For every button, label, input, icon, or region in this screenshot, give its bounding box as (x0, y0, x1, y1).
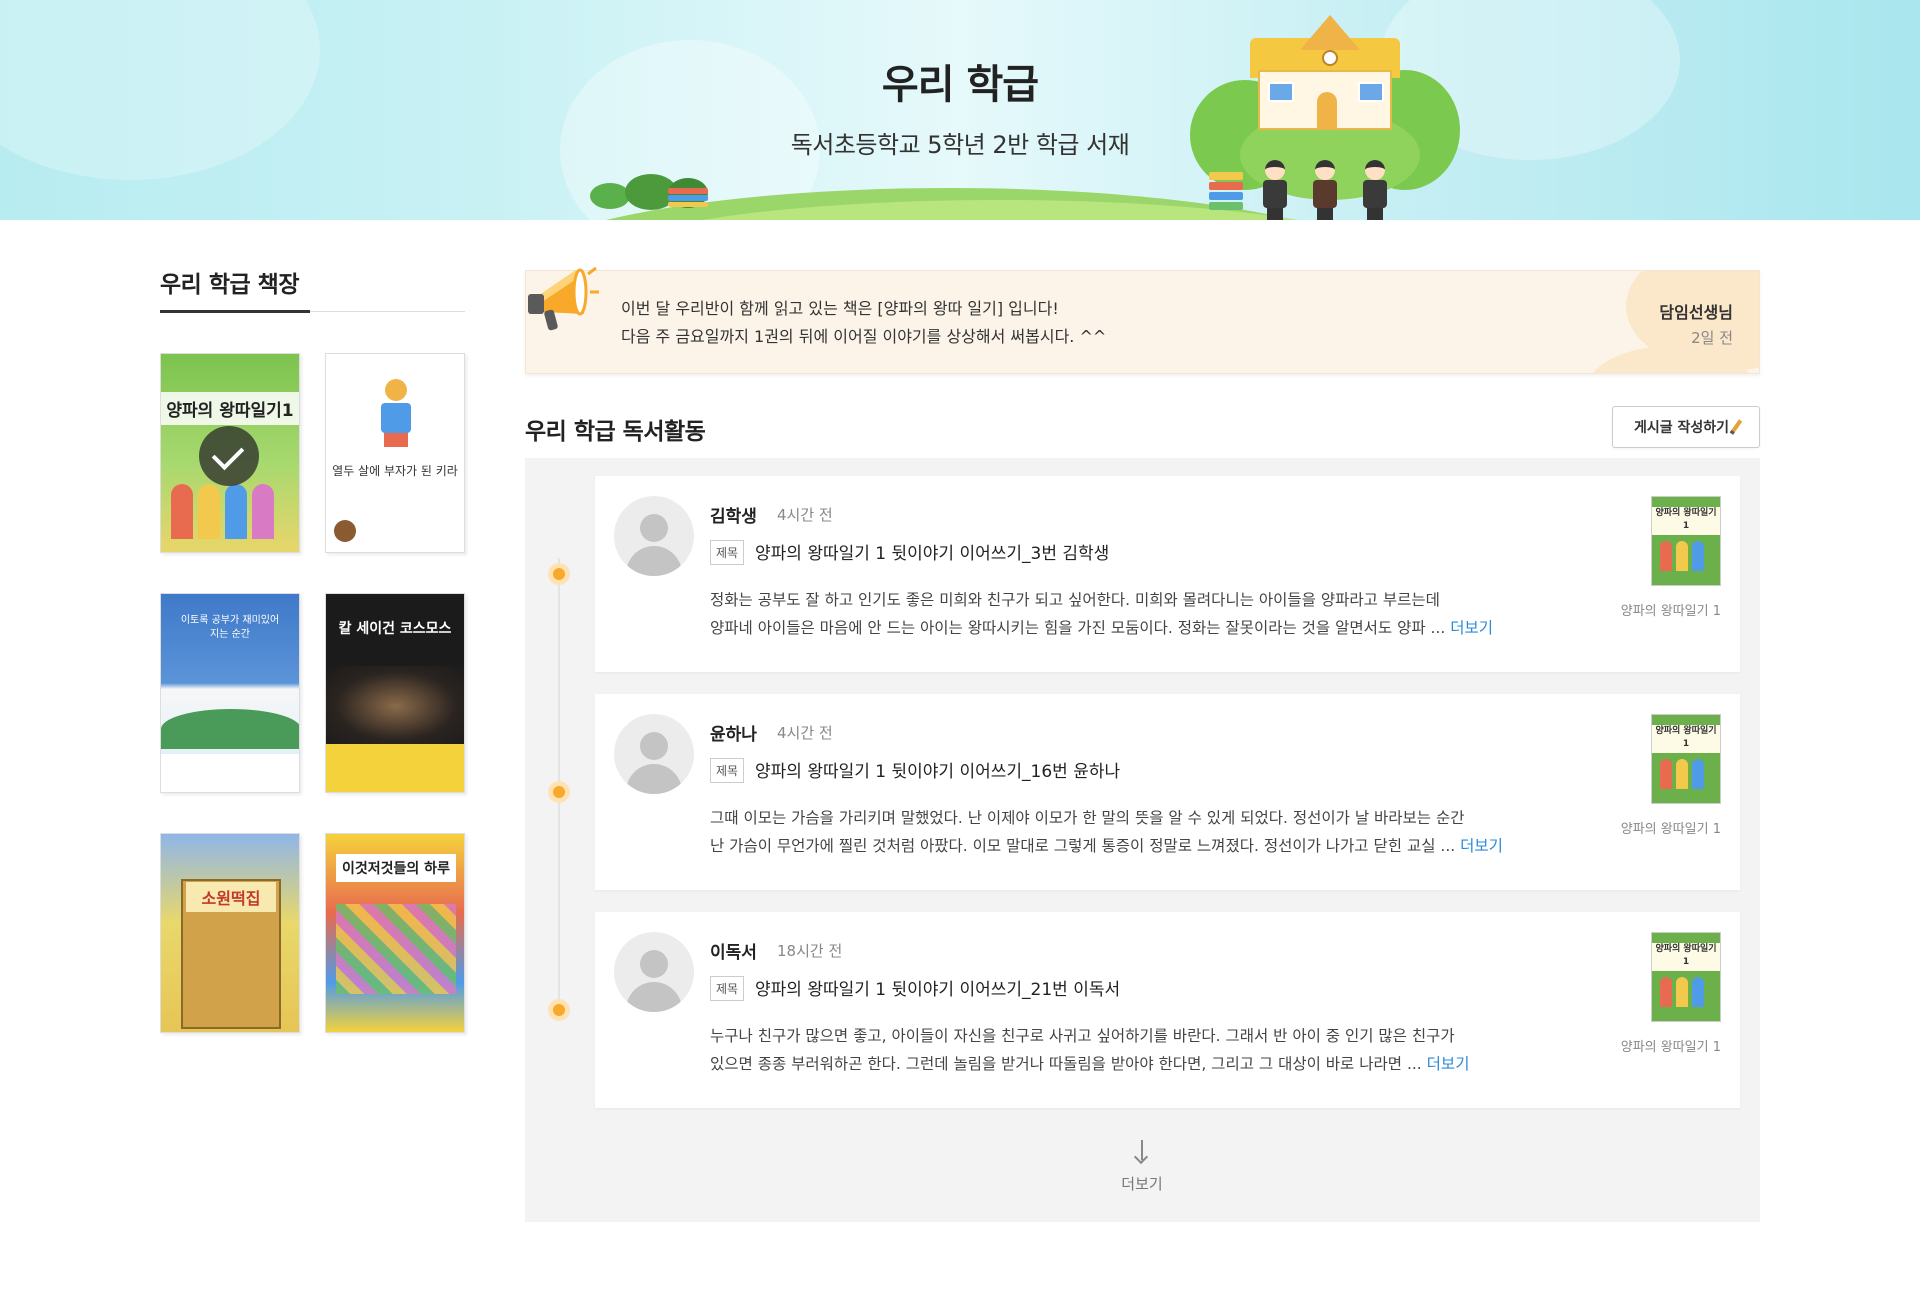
read-more-link[interactable]: 더보기 (1460, 837, 1503, 855)
notice-line: 이번 달 우리반이 함께 읽고 있는 책은 [양파의 왕따 일기] 입니다! (621, 299, 1059, 318)
notice-line: 다음 주 금요일까지 1권의 뒤에 이어질 이야기를 상상해서 써봅시다. ^^ (621, 327, 1107, 346)
header-banner: 우리 학급 독서초등학교 5학년 2반 학급 서재 (0, 0, 1920, 220)
megaphone-icon (528, 266, 599, 331)
post-book-name: 양파의 왕따일기 1 (1620, 1040, 1721, 1055)
write-post-button[interactable]: 게시글 작성하기 (1612, 406, 1760, 448)
book-title: 양파의 왕따일기1 (161, 392, 299, 425)
book-title: 소원떡집 (186, 882, 276, 912)
clock-icon (1322, 50, 1338, 66)
post-body: 정화는 공부도 잘 하고 인기도 좋은 미희와 친구가 되고 싶어한다. 미희와… (710, 586, 1520, 642)
avatar (614, 714, 694, 794)
shelf-book[interactable]: 양파의 왕따일기1 (160, 353, 300, 553)
door-icon (1317, 92, 1337, 130)
avatar (614, 496, 694, 576)
book-title: 이토록 공부가 재미있어지는 순간 (180, 615, 280, 640)
book-footer (326, 744, 464, 792)
page-subtitle: 독서초등학교 5학년 2반 학급 서재 (790, 131, 1130, 159)
notice-author: 담임선생님 (1659, 303, 1733, 322)
pencil-icon (1729, 419, 1743, 435)
post-body-line: 있으면 종종 부러워하곤 한다. 그런데 놀림을 받거나 따돌림을 받아야 한다… (710, 1055, 1422, 1073)
book-illustration (161, 709, 299, 749)
post-time: 4시간 전 (777, 724, 833, 742)
post-book-cover-title: 양파의 왕따일기 1 (1652, 943, 1720, 971)
page-title: 우리 학급 (881, 62, 1039, 108)
post-book-cover-title: 양파의 왕따일기 1 (1652, 507, 1720, 535)
title-label: 제목 (710, 976, 745, 1001)
post-title[interactable]: 양파의 왕따일기 1 뒷이야기 이어쓰기_21번 이독서 (755, 975, 1120, 1000)
shelf-title-underline (160, 310, 310, 313)
book-illustration (171, 484, 291, 544)
book-footer (161, 754, 299, 792)
title-label: 제목 (710, 758, 745, 783)
books-icon (668, 188, 708, 207)
post-book-name: 양파의 왕따일기 1 (1620, 822, 1721, 837)
post-body-line: 누구나 친구가 많으면 좋고, 아이들이 자신을 친구로 사귀고 싶어하기를 바… (710, 1027, 1455, 1045)
teacher-notice[interactable]: 이번 달 우리반이 함께 읽고 있는 책은 [양파의 왕따 일기] 입니다! 다… (525, 270, 1760, 374)
post-title[interactable]: 양파의 왕따일기 1 뒷이야기 이어쓰기_3번 김학생 (755, 539, 1109, 564)
post-book-cover[interactable]: 양파의 왕따일기 1 (1651, 932, 1721, 1022)
book-illustration (336, 904, 456, 994)
read-more-link[interactable]: 더보기 (1427, 1055, 1470, 1073)
post-author: 이독서 (710, 943, 757, 963)
shelf-book[interactable]: 이토록 공부가 재미있어지는 순간 (160, 593, 300, 793)
post-book-cover[interactable]: 양파의 왕따일기 1 (1651, 714, 1721, 804)
timeline-dot (548, 999, 570, 1021)
arrow-down-icon[interactable] (1133, 1140, 1149, 1165)
post-body: 누구나 친구가 많으면 좋고, 아이들이 자신을 친구로 사귀고 싶어하기를 바… (710, 1022, 1520, 1078)
timeline-dot (548, 563, 570, 585)
book-title: 칼 세이건 코스모스 (338, 621, 452, 637)
school-gable (1300, 15, 1360, 50)
post-book-cover[interactable]: 양파의 왕따일기 1 (1651, 496, 1721, 586)
shelf-book[interactable]: 칼 세이건 코스모스 (325, 593, 465, 793)
book-title: 열두 살에 부자가 된 키라 (332, 464, 458, 478)
badge-icon (334, 520, 356, 542)
post-author: 윤하나 (710, 725, 757, 745)
shelf-book[interactable]: 열두 살에 부자가 된 키라 (325, 353, 465, 553)
galaxy-illustration (326, 666, 464, 746)
activity-section-title: 우리 학급 독서활동 (525, 419, 706, 445)
post-body-line: 난 가슴이 무언가에 찔린 것처럼 아팠다. 이모 말대로 그렇게 통증이 정말… (710, 837, 1456, 855)
post-title[interactable]: 양파의 왕따일기 1 뒷이야기 이어쓰기_16번 윤하나 (755, 757, 1120, 782)
avatar (614, 932, 694, 1012)
post-book-cover-title: 양파의 왕따일기 1 (1652, 725, 1720, 753)
student-figure (1260, 160, 1290, 220)
post-time: 4시간 전 (777, 506, 833, 524)
post-body-line: 정화는 공부도 잘 하고 인기도 좋은 미희와 친구가 되고 싶어한다. 미희와… (710, 591, 1440, 609)
title-label: 제목 (710, 540, 745, 565)
post-body-line: 양파네 아이들은 마음에 안 드는 아이는 왕따시키는 힘을 가진 모둠이다. … (710, 619, 1446, 637)
student-figure (1360, 160, 1390, 220)
load-more-button[interactable]: 더보기 (1092, 1173, 1192, 1194)
post-time: 18시간 전 (777, 942, 843, 960)
selected-check-icon (199, 426, 259, 486)
bush-decoration (590, 183, 630, 209)
notice-time: 2일 전 (1691, 329, 1733, 347)
book-title: 이것저것들의 하루 (336, 854, 456, 882)
book-illustration (371, 379, 421, 449)
window-icon (1358, 82, 1384, 102)
post-body-line: 그때 이모는 가슴을 가리키며 말했었다. 난 이제야 이모가 한 말의 뜻을 … (710, 809, 1465, 827)
shelf-book[interactable]: 이것저것들의 하루 (325, 833, 465, 1033)
window-icon (1268, 82, 1294, 102)
notice-message: 이번 달 우리반이 함께 읽고 있는 책은 [양파의 왕따 일기] 입니다! 다… (621, 295, 1106, 351)
timeline-dot (548, 781, 570, 803)
activity-post[interactable]: 김학생 4시간 전 제목 양파의 왕따일기 1 뒷이야기 이어쓰기_3번 김학생… (595, 476, 1740, 672)
post-book-name: 양파의 왕따일기 1 (1620, 604, 1721, 619)
student-figure (1310, 160, 1340, 220)
activity-post[interactable]: 윤하나 4시간 전 제목 양파의 왕따일기 1 뒷이야기 이어쓰기_16번 윤하… (595, 694, 1740, 890)
post-body: 그때 이모는 가슴을 가리키며 말했었다. 난 이제야 이모가 한 말의 뜻을 … (710, 804, 1520, 860)
post-author: 김학생 (710, 507, 757, 527)
books-stack-icon (1209, 172, 1243, 216)
shelf-title: 우리 학급 책장 (160, 272, 299, 298)
read-more-link[interactable]: 더보기 (1450, 619, 1493, 637)
activity-post[interactable]: 이독서 18시간 전 제목 양파의 왕따일기 1 뒷이야기 이어쓰기_21번 이… (595, 912, 1740, 1108)
write-post-label: 게시글 작성하기 (1633, 420, 1730, 436)
shelf-book[interactable]: 소원떡집 (160, 833, 300, 1033)
